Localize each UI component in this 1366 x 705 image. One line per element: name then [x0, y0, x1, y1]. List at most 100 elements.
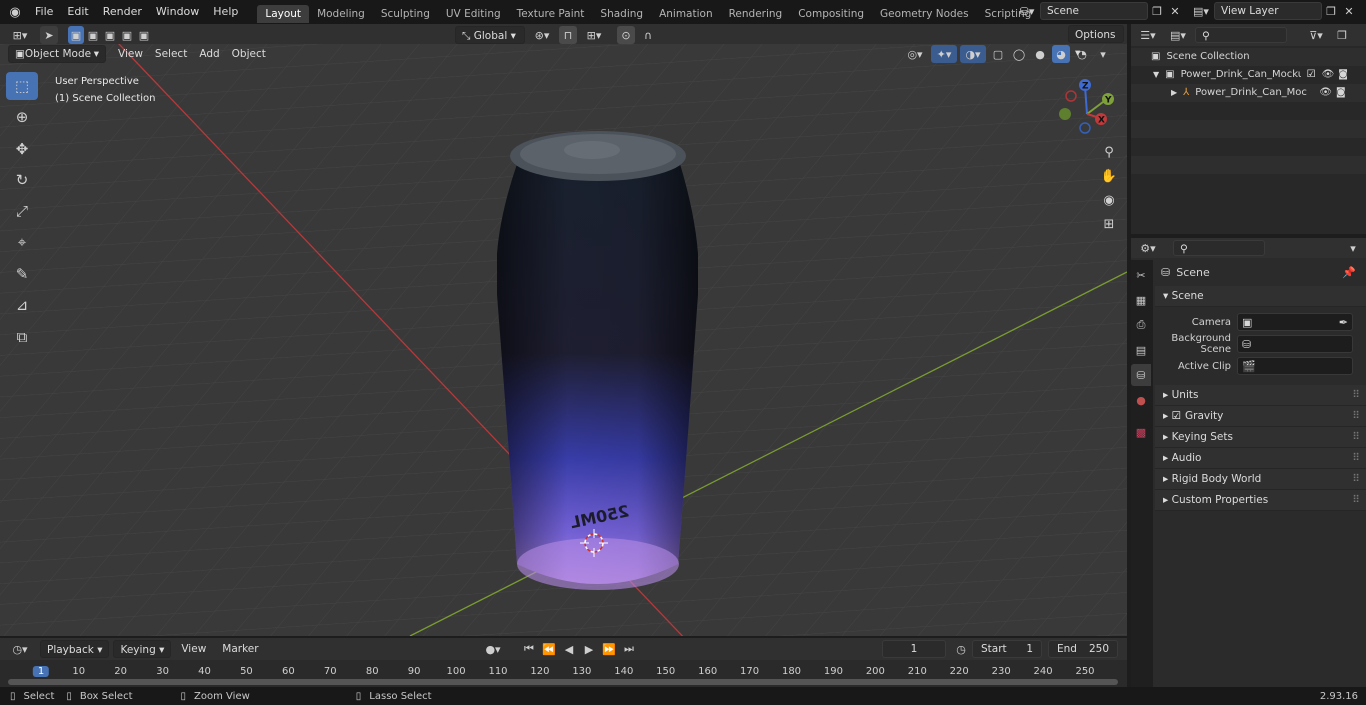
- transform-tool-icon[interactable]: ⌖: [6, 228, 38, 256]
- view-layer-tab-icon[interactable]: ▤: [1131, 339, 1151, 361]
- pan-hand-icon[interactable]: ✋: [1097, 164, 1121, 188]
- tab-uv-editing[interactable]: UV Editing: [438, 5, 509, 23]
- view-layer-browse-icon[interactable]: ▤▾: [1188, 2, 1214, 20]
- viewport-menu-object[interactable]: Object: [226, 45, 272, 63]
- perspective-grid-icon[interactable]: ⊞: [1097, 212, 1121, 236]
- scene-tab-icon[interactable]: ⛁: [1131, 364, 1151, 386]
- move-tool-icon[interactable]: ✥: [6, 135, 38, 163]
- tab-shading[interactable]: Shading: [592, 5, 651, 23]
- panel-keying-sets[interactable]: ▸ Keying Sets ⠿: [1155, 427, 1366, 448]
- select-box-tool-icon[interactable]: ⬚: [6, 72, 38, 100]
- 3d-viewport[interactable]: 250ML User Perspective (1) Scene Collect…: [0, 44, 1127, 636]
- tab-modeling[interactable]: Modeling: [309, 5, 373, 23]
- tab-animation[interactable]: Animation: [651, 5, 721, 23]
- add-cube-tool-icon[interactable]: ⧉: [6, 323, 38, 351]
- select-intersect-icon[interactable]: ▣: [136, 26, 152, 44]
- shading-options-icon[interactable]: ▾: [1094, 45, 1112, 63]
- panel-rigid-body-world[interactable]: ▸ Rigid Body World ⠿: [1155, 469, 1366, 490]
- can-object[interactable]: 250ML: [497, 131, 698, 590]
- current-frame-indicator[interactable]: 1: [32, 666, 50, 677]
- delete-scene-icon[interactable]: ✕: [1166, 2, 1184, 20]
- scene-name-field[interactable]: Scene: [1040, 2, 1148, 20]
- tweak-tool-icon[interactable]: ➤: [40, 26, 58, 44]
- active-clip-field[interactable]: 🎬: [1237, 357, 1353, 375]
- select-extend-icon[interactable]: ▣: [85, 26, 101, 44]
- neg-x-handle[interactable]: [1065, 90, 1077, 102]
- camera-view-icon[interactable]: ◉: [1097, 188, 1121, 212]
- filter-icon[interactable]: ⊽▾: [1303, 26, 1329, 44]
- expand-right-icon[interactable]: ▶: [1171, 84, 1177, 102]
- panel-custom-properties[interactable]: ▸ Custom Properties ⠿: [1155, 490, 1366, 511]
- wireframe-shading-icon[interactable]: ◯: [1010, 45, 1028, 63]
- menu-help[interactable]: Help: [206, 0, 245, 24]
- viewport-menu-view[interactable]: View: [112, 45, 149, 63]
- new-scene-icon[interactable]: ❐: [1148, 2, 1166, 20]
- drag-handle-icon[interactable]: ⠿: [1352, 385, 1360, 406]
- options-dropdown[interactable]: Options ▾: [1068, 25, 1124, 59]
- pin-icon[interactable]: 📌: [1342, 266, 1356, 279]
- eye-icon[interactable]: 👁: [1319, 84, 1332, 102]
- drag-handle-icon[interactable]: ⠿: [1352, 427, 1360, 448]
- texture-tab-icon[interactable]: ▩: [1131, 421, 1151, 443]
- tab-texture-paint[interactable]: Texture Paint: [509, 5, 593, 23]
- scene-browse-icon[interactable]: ⛁▾: [1014, 2, 1040, 20]
- xray-toggle-icon[interactable]: ▢: [989, 45, 1007, 63]
- render-tab-icon[interactable]: ▦: [1131, 289, 1151, 311]
- falloff-icon[interactable]: ∩: [639, 26, 657, 44]
- gizmo-toggle-icon[interactable]: ✦▾: [931, 45, 957, 63]
- camera-field[interactable]: ▣ ✒: [1237, 313, 1353, 331]
- properties-editor-type-icon[interactable]: ⚙▾: [1135, 239, 1161, 257]
- menu-edit[interactable]: Edit: [60, 0, 95, 24]
- editor-type-icon[interactable]: ⊞▾: [6, 26, 34, 44]
- camera-render-icon[interactable]: ◙: [1336, 84, 1346, 102]
- drag-handle-icon[interactable]: ⠿: [1352, 469, 1360, 490]
- snap-target-icon[interactable]: ⊞▾: [581, 26, 607, 44]
- cursor-tool-icon[interactable]: ⊕: [6, 103, 38, 131]
- object-mode-dropdown[interactable]: ▣ Object Mode ▾: [8, 45, 106, 63]
- tab-rendering[interactable]: Rendering: [721, 5, 791, 23]
- select-subtract-icon[interactable]: ▣: [102, 26, 118, 44]
- panel-scene[interactable]: ▾ Scene: [1155, 286, 1366, 307]
- orientation-dropdown[interactable]: ⤡ Global ▾: [455, 26, 525, 44]
- select-new-icon[interactable]: ▣: [68, 26, 84, 44]
- measure-tool-icon[interactable]: ⊿: [6, 291, 38, 319]
- background-scene-field[interactable]: ⛁: [1237, 335, 1353, 353]
- rotate-tool-icon[interactable]: ↻: [6, 166, 38, 194]
- gravity-checkbox-icon[interactable]: ☑: [1172, 410, 1181, 422]
- panel-gravity[interactable]: ▸ ☑ Gravity ⠿: [1155, 406, 1366, 427]
- tab-geometry-nodes[interactable]: Geometry Nodes: [872, 5, 977, 23]
- annotate-tool-icon[interactable]: ✎: [6, 260, 38, 288]
- solid-shading-icon[interactable]: ●: [1031, 45, 1049, 63]
- drag-handle-icon[interactable]: ⠿: [1352, 448, 1360, 469]
- blender-logo-icon[interactable]: ◉: [6, 3, 24, 21]
- viewport-menu-select[interactable]: Select: [149, 45, 193, 63]
- timeline-scrollbar[interactable]: [8, 679, 1118, 685]
- camera-render-icon[interactable]: ◙: [1338, 66, 1348, 84]
- outliner-editor-type-icon[interactable]: ☰▾: [1135, 26, 1161, 44]
- scale-tool-icon[interactable]: ⤢: [6, 197, 38, 225]
- menu-render[interactable]: Render: [96, 0, 149, 24]
- drag-handle-icon[interactable]: ⠿: [1352, 406, 1360, 427]
- new-collection-icon[interactable]: ❐: [1333, 26, 1351, 44]
- tab-layout[interactable]: Layout: [257, 4, 310, 23]
- eyedropper-icon[interactable]: ✒: [1339, 316, 1348, 329]
- panel-units[interactable]: ▸ Units ⠿: [1155, 385, 1366, 406]
- tool-tab-icon[interactable]: ✂: [1131, 264, 1151, 286]
- material-preview-shading-icon[interactable]: ◕: [1052, 45, 1070, 63]
- world-tab-icon[interactable]: ●: [1131, 389, 1151, 411]
- display-mode-icon[interactable]: ▤▾: [1165, 26, 1191, 44]
- output-tab-icon[interactable]: ⎙: [1131, 314, 1151, 336]
- navigation-gizmo[interactable]: Z Y X: [1055, 74, 1121, 140]
- tree-item-collection[interactable]: ▼ ▣ Power_Drink_Can_Mockup_0( ☑ 👁 ◙: [1131, 66, 1366, 84]
- tree-item-object[interactable]: ▶ ⅄ Power_Drink_Can_Mocku 👁 ◙: [1131, 84, 1366, 102]
- visibility-icon[interactable]: ◎▾: [902, 45, 928, 63]
- proportional-edit-icon[interactable]: ⊙: [617, 26, 635, 44]
- eye-icon[interactable]: 👁: [1322, 66, 1335, 84]
- menu-file[interactable]: File: [28, 0, 60, 24]
- tab-compositing[interactable]: Compositing: [790, 5, 872, 23]
- properties-search-input[interactable]: ⚲: [1173, 240, 1265, 256]
- tab-sculpting[interactable]: Sculpting: [373, 5, 438, 23]
- view-layer-field[interactable]: View Layer: [1214, 2, 1322, 20]
- snap-toggle-icon[interactable]: ⊓: [559, 26, 577, 44]
- drag-handle-icon[interactable]: ⠿: [1352, 490, 1360, 511]
